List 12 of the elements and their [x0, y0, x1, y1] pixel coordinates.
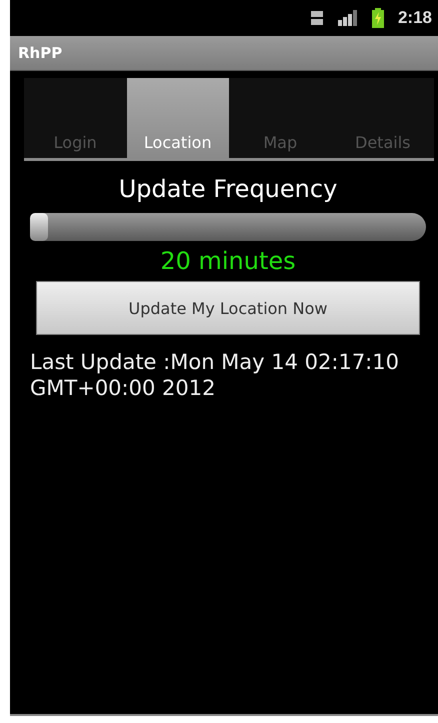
app-title: RhPP — [18, 44, 62, 62]
battery-icon — [372, 8, 384, 28]
frequency-slider[interactable] — [30, 213, 426, 241]
frequency-reading: 20 minutes — [159, 247, 297, 275]
update-location-button[interactable]: Update My Location Now — [36, 281, 420, 335]
slider-thumb[interactable] — [30, 213, 48, 241]
network-type-icon — [310, 10, 324, 26]
frequency-label: Update Frequency — [118, 175, 338, 203]
clock-time: 2:18 — [398, 8, 432, 28]
last-update-text: Last Update :Mon May 14 02:17:10 GMT+00:00 2012 — [30, 349, 400, 402]
signal-icon — [338, 10, 358, 26]
tab[interactable]: Location — [126, 78, 229, 158]
